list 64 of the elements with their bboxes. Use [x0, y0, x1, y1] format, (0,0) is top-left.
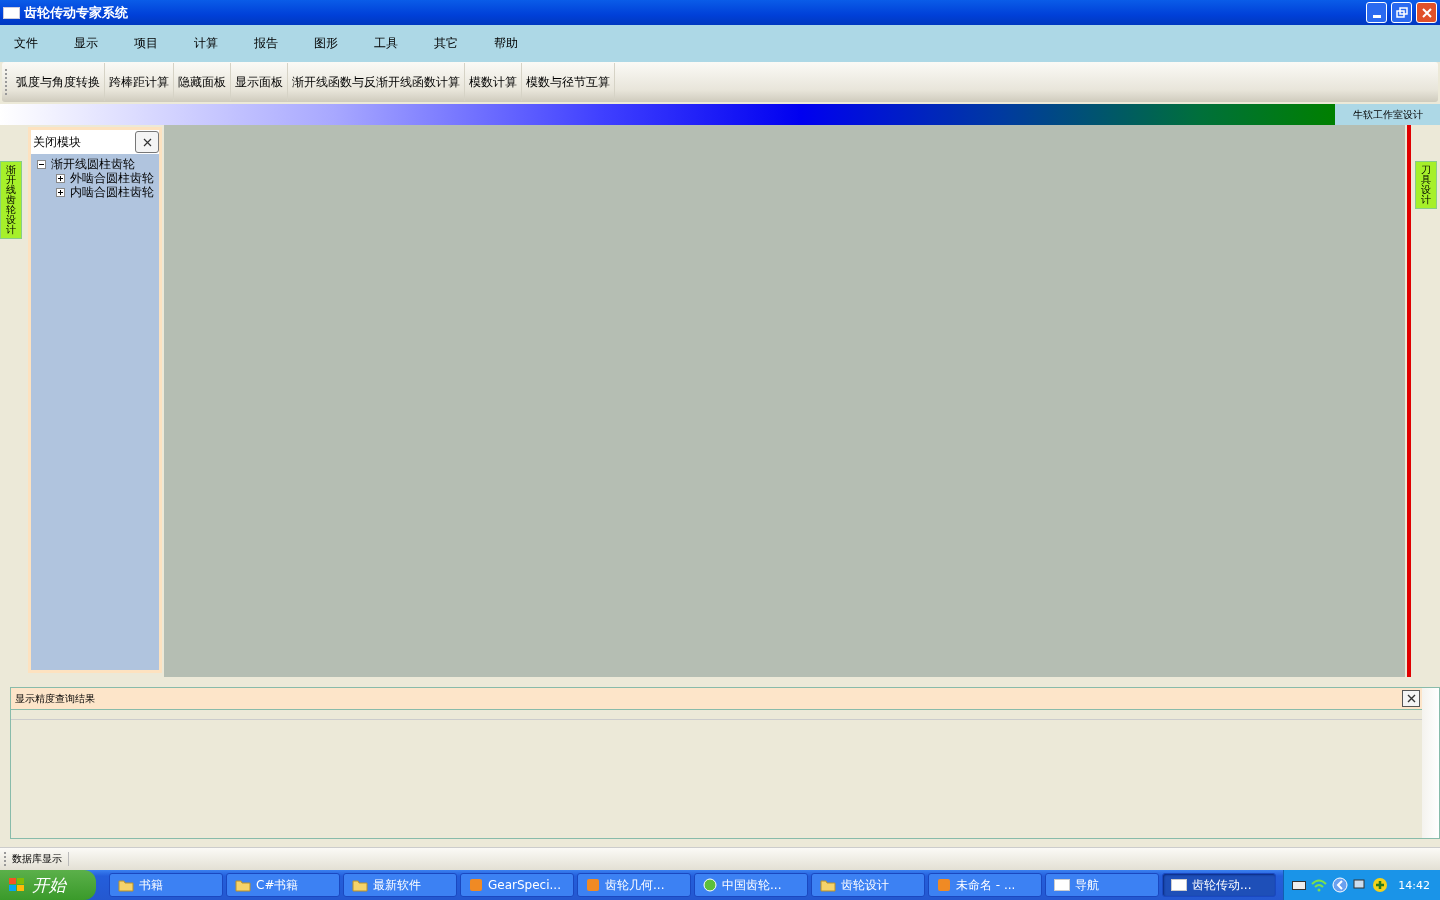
menu-item[interactable]: 其它 — [434, 35, 494, 52]
folder-icon — [820, 878, 836, 892]
menu-item[interactable]: 图形 — [314, 35, 374, 52]
close-button[interactable] — [135, 131, 159, 153]
app-icon — [586, 878, 600, 892]
taskbar-button[interactable]: 中国齿轮... — [694, 873, 808, 897]
taskbar-button[interactable]: 齿轮设计 — [811, 873, 925, 897]
menu-item[interactable]: 项目 — [134, 35, 194, 52]
expander-icon[interactable] — [56, 173, 65, 183]
toolbar-button[interactable]: 显示面板 — [231, 63, 288, 101]
toolbar-button[interactable]: 隐藏面板 — [174, 63, 231, 101]
menu-item[interactable]: 文件 — [14, 35, 74, 52]
toolbar-button[interactable]: 渐开线函数与反渐开线函数计算 — [288, 63, 465, 101]
panel-title: 关闭模块 — [33, 133, 81, 151]
windows-logo-icon — [8, 877, 26, 893]
close-button[interactable] — [1402, 690, 1420, 707]
scrollbar[interactable] — [1422, 688, 1439, 838]
close-icon — [1419, 5, 1434, 20]
menu-item[interactable]: 报告 — [254, 35, 314, 52]
toolbar-button[interactable]: 跨棒距计算 — [105, 63, 174, 101]
keyboard-icon[interactable] — [1292, 879, 1307, 891]
toolbar-grip[interactable] — [5, 69, 10, 95]
strip-grip[interactable] — [4, 852, 8, 866]
toolbar-button[interactable]: 模数计算 — [465, 63, 522, 101]
taskbar-button[interactable]: C#书籍 — [226, 873, 340, 897]
panel-title: 显示精度查询结果 — [15, 691, 95, 706]
window-icon — [1171, 879, 1187, 891]
status-label: 数据库显示 — [12, 852, 69, 866]
folder-icon — [235, 878, 251, 892]
restore-icon — [1394, 5, 1409, 20]
minimize-icon — [1372, 15, 1381, 18]
minimize-button[interactable] — [1366, 2, 1387, 23]
close-icon — [142, 137, 152, 147]
taskbar-button[interactable]: 齿轮几何... — [577, 873, 691, 897]
menu-item[interactable]: 工具 — [374, 35, 434, 52]
window-icon — [3, 6, 20, 19]
taskbar-button[interactable]: GearSpeci... — [460, 873, 574, 897]
side-tab[interactable]: 刀具设计 — [1415, 161, 1437, 209]
taskbar-button[interactable]: 齿轮传动... — [1162, 873, 1276, 897]
chevron-icon[interactable] — [1332, 877, 1349, 893]
expander-icon[interactable] — [56, 187, 65, 197]
taskbar-button[interactable]: 导航 — [1045, 873, 1159, 897]
menu-item[interactable]: 计算 — [194, 35, 254, 52]
folder-icon — [352, 878, 368, 892]
menu-item[interactable]: 显示 — [74, 35, 134, 52]
banner-label: 牛软工作室设计 — [1335, 104, 1440, 125]
expander-icon[interactable] — [37, 159, 46, 169]
close-icon — [1406, 694, 1416, 703]
toolbar-button[interactable]: 弧度与角度转换 — [12, 63, 105, 101]
app-icon — [469, 878, 483, 892]
globe-icon — [703, 878, 717, 892]
menu-item[interactable]: 帮助 — [494, 35, 554, 52]
taskbar-button[interactable]: 未命名 - ... — [928, 873, 1042, 897]
taskbar-button[interactable]: 书籍 — [109, 873, 223, 897]
side-tab[interactable]: 渐开线齿轮设计 — [0, 161, 22, 239]
folder-icon — [118, 878, 134, 892]
window-icon — [1054, 879, 1070, 891]
clock: 14:42 — [1398, 878, 1430, 892]
plus-icon[interactable] — [1372, 877, 1389, 893]
restore-button[interactable] — [1391, 2, 1412, 23]
toolbar-button[interactable]: 模数与径节互算 — [522, 63, 615, 101]
taskbar-button[interactable]: 最新软件 — [343, 873, 457, 897]
app-icon — [937, 878, 951, 892]
window-title: 齿轮传动专家系统 — [24, 3, 128, 22]
